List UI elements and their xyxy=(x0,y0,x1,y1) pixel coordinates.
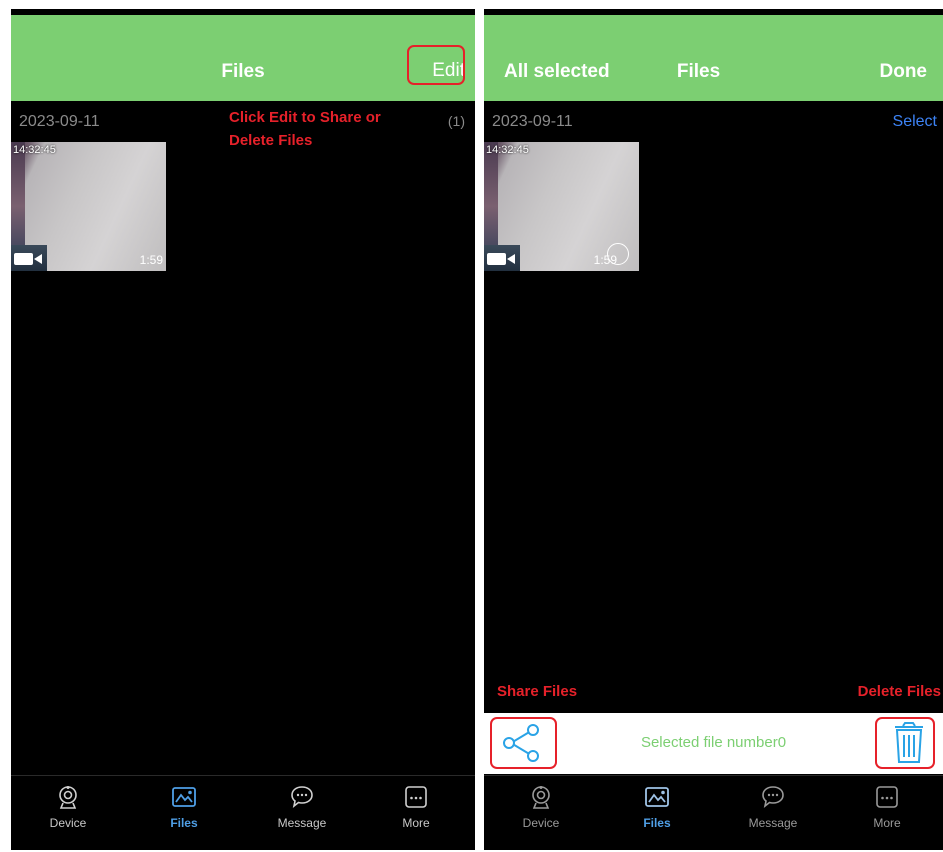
tab-label: Message xyxy=(277,816,327,830)
camera-icon xyxy=(532,786,550,809)
select-link[interactable]: Select xyxy=(893,113,937,131)
edit-highlight-box xyxy=(407,45,465,85)
video-thumbnail[interactable]: 14:32:45 1:59 xyxy=(11,142,166,271)
done-button[interactable]: Done xyxy=(880,61,928,83)
file-count: (1) xyxy=(447,113,465,129)
right-screen: All selected Files Done 2023-09-11 Selec… xyxy=(484,9,943,850)
page-title: Files xyxy=(676,61,721,82)
tab-more[interactable]: More xyxy=(371,784,461,830)
tab-bar: Device Files Message More xyxy=(484,775,943,850)
tab-device[interactable]: Device xyxy=(23,784,113,830)
edit-annotation: Click Edit to Share or Delete Files xyxy=(229,109,381,149)
tab-label: Message xyxy=(748,816,798,830)
video-thumbnail[interactable]: 14:32:45 1:59 xyxy=(484,142,639,271)
tab-label: Files xyxy=(170,816,198,830)
tab-message[interactable]: Message xyxy=(728,784,818,830)
tab-label: Device xyxy=(522,816,560,830)
delete-highlight-box xyxy=(875,717,935,769)
delete-annotation: Delete Files xyxy=(857,683,941,700)
tab-files[interactable]: Files xyxy=(612,784,702,830)
tab-label: More xyxy=(402,816,430,830)
thumbnail-timestamp: 14:32:45 xyxy=(486,144,529,156)
page-title: Files xyxy=(221,61,265,82)
tab-files[interactable]: Files xyxy=(139,784,229,830)
selection-circle-icon[interactable] xyxy=(607,243,629,265)
share-annotation: Share Files xyxy=(497,683,578,700)
video-camera-icon xyxy=(14,253,42,265)
more-icon xyxy=(876,786,898,808)
date-label: 2023-09-11 xyxy=(19,113,100,130)
left-screen: Files Edit 2023-09-11 (1) Click Edit to … xyxy=(11,9,475,850)
page: Files Edit 2023-09-11 (1) Click Edit to … xyxy=(0,0,943,852)
date-label: 2023-09-11 xyxy=(492,113,573,130)
more-icon xyxy=(405,786,427,808)
tab-bar: Device Files Message More xyxy=(11,775,475,850)
image-icon xyxy=(645,787,669,807)
tab-message[interactable]: Message xyxy=(257,784,347,830)
share-highlight-box xyxy=(490,717,557,769)
tab-label: Files xyxy=(643,816,671,830)
video-duration: 1:59 xyxy=(139,253,163,267)
tab-device[interactable]: Device xyxy=(496,784,586,830)
chat-icon xyxy=(762,786,784,808)
tab-label: Device xyxy=(49,816,87,830)
thumbnail-timestamp: 14:32:45 xyxy=(13,144,56,156)
header: Files Edit xyxy=(11,15,475,101)
tab-label: More xyxy=(873,816,901,830)
video-camera-icon xyxy=(487,253,515,265)
tab-more[interactable]: More xyxy=(842,784,932,830)
chat-icon xyxy=(291,786,313,808)
image-icon xyxy=(172,787,196,807)
header: All selected Files Done xyxy=(484,15,943,101)
camera-icon xyxy=(59,786,77,809)
